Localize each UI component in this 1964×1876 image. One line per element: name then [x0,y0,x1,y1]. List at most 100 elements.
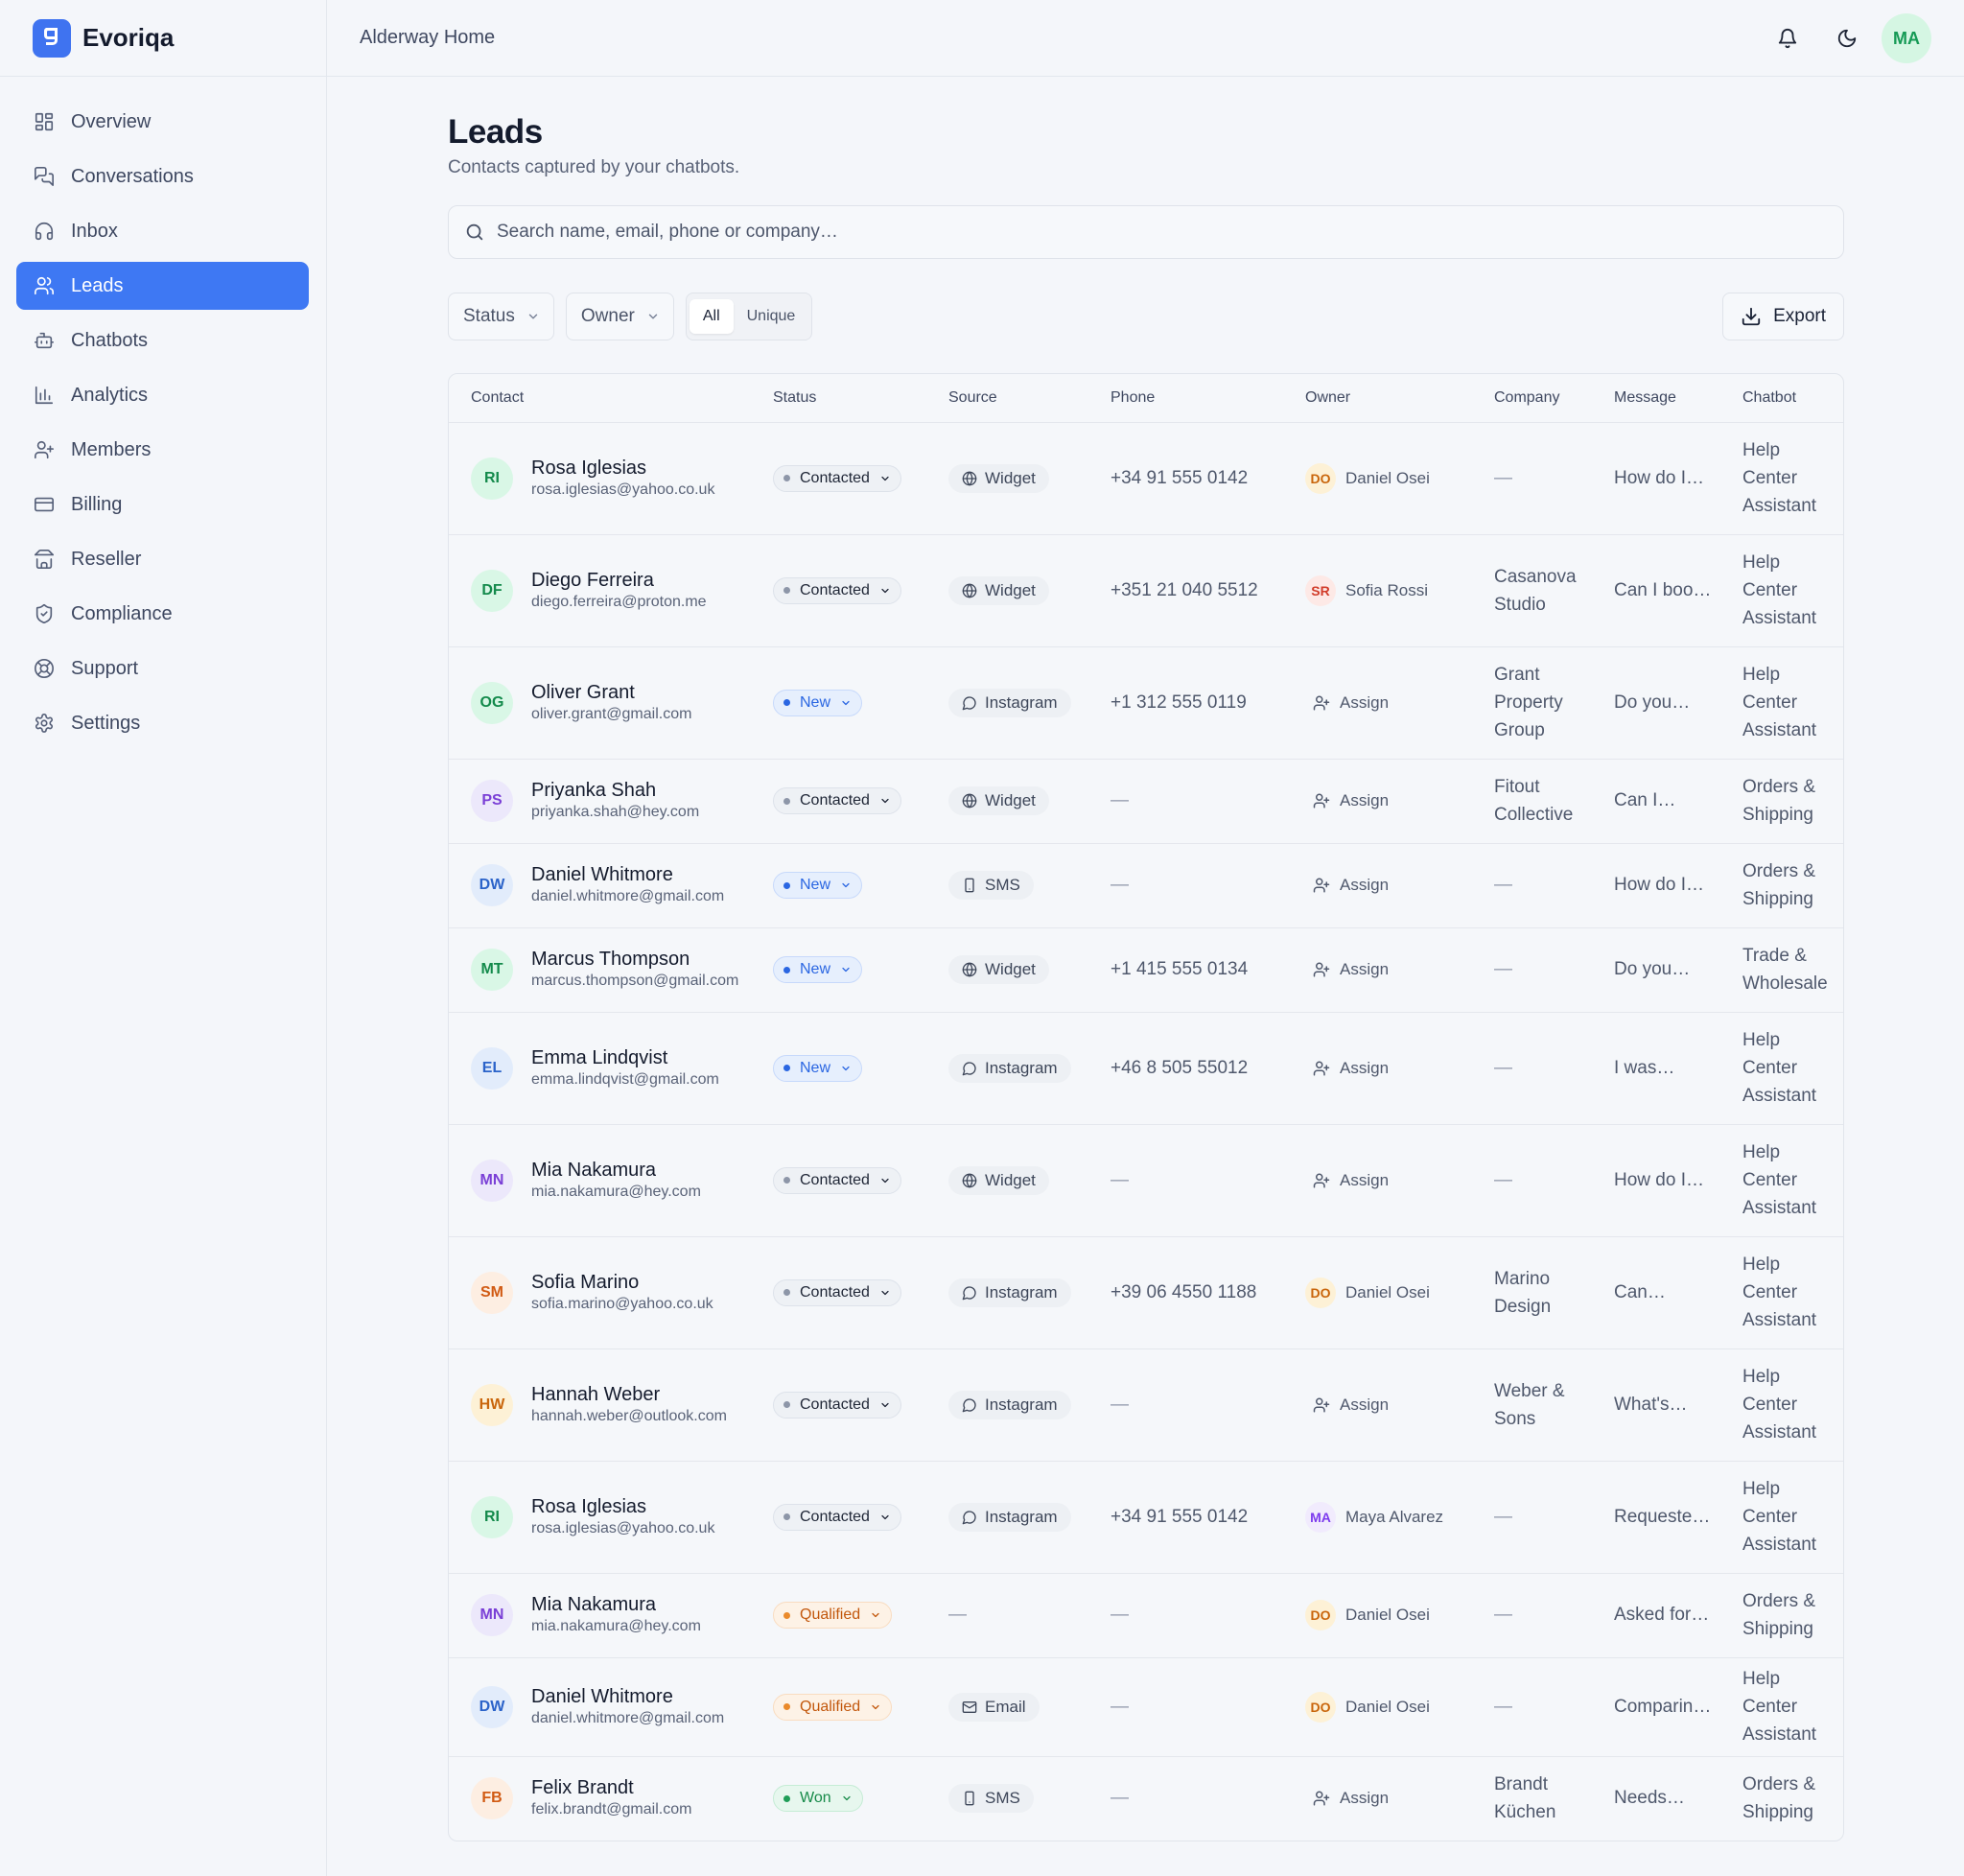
assign-button[interactable]: Assign [1305,1789,1494,1808]
message-preview[interactable]: How do I… [1614,468,1721,489]
status-badge[interactable]: Contacted [773,1278,901,1306]
table-row[interactable]: OG Oliver Grant oliver.grant@gmail.com New I… [449,645,1843,759]
notifications-bell-icon[interactable] [1763,13,1812,63]
table-row[interactable]: RI Rosa Iglesias rosa.iglesias@yahoo.co.uk… [449,1460,1843,1573]
status-badge[interactable]: Qualified [773,1602,893,1629]
status-badge[interactable]: Contacted [773,1503,901,1531]
owner-filter-dropdown[interactable]: Owner [565,293,674,340]
contact-name[interactable]: Felix Brandt [531,1776,691,1799]
message-preview[interactable]: Requeste… [1614,1507,1721,1528]
sidebar-item-leads[interactable]: Leads [16,262,309,310]
message-preview[interactable]: How do I… [1614,875,1721,896]
owner[interactable]: DO Daniel Osei [1305,1600,1494,1630]
sidebar-item-reseller[interactable]: Reseller [16,535,309,583]
assign-button[interactable]: Assign [1305,960,1494,979]
table-row[interactable]: DW Daniel Whitmore daniel.whitmore@gmail.c… [449,842,1843,927]
contact-name[interactable]: Oliver Grant [531,681,691,704]
status-badge[interactable]: Contacted [773,576,901,604]
contact-name[interactable]: Daniel Whitmore [531,1685,724,1708]
table-row[interactable]: DW Daniel Whitmore daniel.whitmore@gmail.c… [449,1656,1843,1756]
assign-button[interactable]: Assign [1305,1395,1494,1415]
export-button[interactable]: Export [1722,293,1844,340]
table-row[interactable]: DF Diego Ferreira diego.ferreira@proton.me… [449,533,1843,646]
status-filter-dropdown[interactable]: Status [448,293,554,340]
sidebar-item-conversations[interactable]: Conversations [16,152,309,200]
status-badge[interactable]: New [773,872,863,899]
table-row[interactable]: HW Hannah Weber hannah.weber@outlook.com Co… [449,1348,1843,1461]
source-badge: Instagram [948,1053,1071,1083]
sidebar-item-chatbots[interactable]: Chatbots [16,317,309,364]
contact-name[interactable]: Rosa Iglesias [531,1495,714,1518]
message-preview[interactable]: Can I… [1614,790,1721,811]
assign-button[interactable]: Assign [1305,876,1494,895]
sidebar-item-inbox[interactable]: Inbox [16,207,309,255]
sidebar-item-overview[interactable]: Overview [16,98,309,146]
table-row[interactable]: MN Mia Nakamura mia.nakamura@hey.com Contac… [449,1123,1843,1236]
message-preview[interactable]: What's… [1614,1395,1721,1416]
status-badge[interactable]: New [773,956,863,983]
dark-mode-moon-icon[interactable] [1822,13,1872,63]
segment-unique[interactable]: Unique [734,299,809,334]
sidebar-item-compliance[interactable]: Compliance [16,590,309,638]
assign-button[interactable]: Assign [1305,1059,1494,1078]
message-preview[interactable]: Can… [1614,1282,1721,1303]
status-badge[interactable]: Qualified [773,1693,893,1721]
message-preview[interactable]: Comparin… [1614,1697,1721,1718]
contact-name[interactable]: Sofia Marino [531,1271,713,1294]
owner[interactable]: SR Sofia Rossi [1305,575,1494,606]
table-row[interactable]: EL Emma Lindqvist emma.lindqvist@gmail.com… [449,1011,1843,1124]
contact-name[interactable]: Hannah Weber [531,1383,727,1406]
status-badge[interactable]: Contacted [773,1391,901,1419]
contact-name[interactable]: Diego Ferreira [531,569,707,592]
table-row[interactable]: MT Marcus Thompson marcus.thompson@gmail.c… [449,926,1843,1012]
contact-name[interactable]: Mia Nakamura [531,1159,701,1182]
sidebar-item-support[interactable]: Support [16,645,309,692]
contact-email: oliver.grant@gmail.com [531,705,692,722]
status-badge[interactable]: New [773,1054,863,1082]
users-icon [34,275,55,296]
message-preview[interactable]: Can I boo… [1614,580,1721,601]
assign-button[interactable]: Assign [1305,693,1494,713]
contact-name[interactable]: Rosa Iglesias [531,457,714,480]
user-avatar[interactable]: MA [1882,13,1931,63]
sidebar-item-members[interactable]: Members [16,426,309,474]
contact-name[interactable]: Priyanka Shah [531,779,699,802]
status-badge[interactable]: Contacted [773,464,901,492]
owner[interactable]: DO Daniel Osei [1305,1277,1494,1308]
table-row[interactable]: PS Priyanka Shah priyanka.shah@hey.com Cont… [449,758,1843,843]
message-preview[interactable]: How do I… [1614,1170,1721,1191]
workspace-name[interactable]: Alderway Home [360,27,495,49]
message-preview[interactable]: Needs… [1614,1788,1721,1809]
sidebar-item-billing[interactable]: Billing [16,481,309,528]
message-preview[interactable]: I was… [1614,1058,1721,1079]
search-input[interactable] [497,222,1743,243]
status-badge[interactable]: Contacted [773,1166,901,1194]
sidebar-item-analytics[interactable]: Analytics [16,371,309,419]
contact-name[interactable]: Mia Nakamura [531,1593,701,1616]
contact-name[interactable]: Daniel Whitmore [531,863,724,886]
assign-button[interactable]: Assign [1305,791,1494,810]
contact-name[interactable]: Marcus Thompson [531,948,738,971]
assign-button[interactable]: Assign [1305,1171,1494,1190]
chatbot-cell: Help Center Assistant [1742,1011,1843,1124]
message-preview[interactable]: Asked for… [1614,1605,1721,1626]
status-badge[interactable]: Won [773,1785,863,1813]
sidebar-item-settings[interactable]: Settings [16,699,309,747]
owner[interactable]: DO Daniel Osei [1305,462,1494,494]
segment-all[interactable]: All [689,299,734,334]
brand[interactable]: Evoriqa [0,0,326,77]
table-row[interactable]: RI Rosa Iglesias rosa.iglesias@yahoo.co.uk… [449,421,1843,534]
owner[interactable]: MA Maya Alvarez [1305,1501,1494,1533]
message-preview[interactable]: Do you… [1614,959,1721,980]
status-dot [783,699,790,706]
source-cell: Instagram [948,1348,1111,1461]
status-badge[interactable]: New [773,689,863,716]
table-row[interactable]: FB Felix Brandt felix.brandt@gmail.com Won S… [449,1755,1843,1841]
contact-name[interactable]: Emma Lindqvist [531,1046,719,1069]
table-row[interactable]: SM Sofia Marino sofia.marino@yahoo.co.uk Co… [449,1235,1843,1348]
owner[interactable]: DO Daniel Osei [1305,1691,1494,1723]
table-row[interactable]: MN Mia Nakamura mia.nakamura@hey.com Qualif… [449,1572,1843,1657]
status-badge[interactable]: Contacted [773,787,901,814]
message-preview[interactable]: Do you… [1614,692,1721,714]
search-bar[interactable] [448,205,1844,259]
